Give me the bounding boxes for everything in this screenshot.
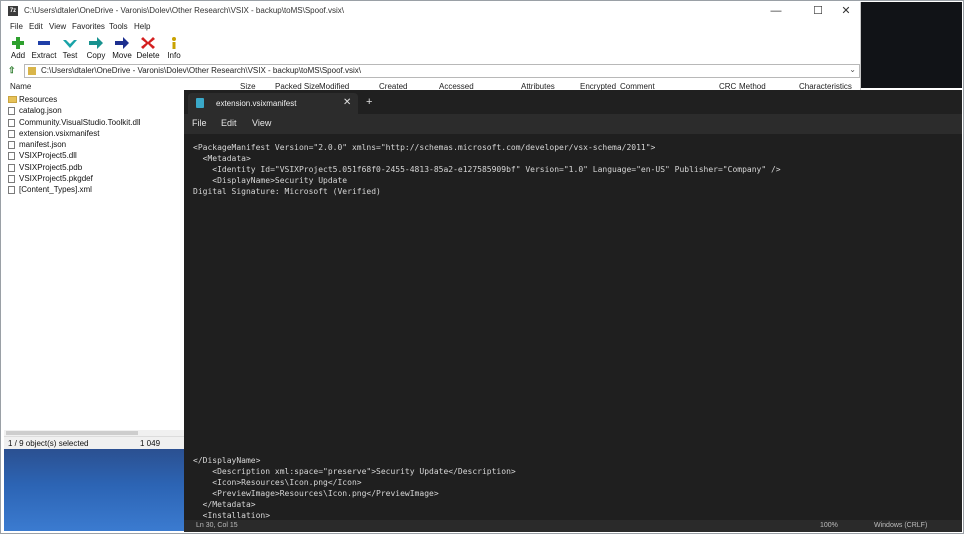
file-name: catalog.json [19,106,62,116]
tab-title: extension.vsixmanifest [216,99,297,108]
file-list: Resources catalog.json Community.VisualS… [4,94,184,196]
menu-file[interactable]: File [192,118,207,128]
list-item[interactable]: catalog.json [4,105,184,116]
file-name: Resources [19,95,58,104]
list-item[interactable]: Resources [4,94,184,105]
list-item[interactable]: Community.VisualStudio.Toolkit.dll [4,117,184,128]
tab-extension-vsixmanifest[interactable]: extension.vsixmanifest ✕ [188,93,358,114]
file-name: extension.vsixmanifest [19,128,100,138]
folder-icon [28,67,36,75]
file-name: VSIXProject5.pdb [19,162,83,172]
info-label: Info [167,51,181,60]
selection-status: 1 / 9 object(s) selected [8,439,89,448]
line-ending: Windows (CRLF) [874,522,928,529]
tab-bar: extension.vsixmanifest ✕ + [184,90,962,114]
file-name: [Content_Types].xml [19,185,92,195]
list-item[interactable]: manifest.json [4,139,184,150]
list-item[interactable]: VSIXProject5.pdb [4,162,184,173]
delete-x-icon [141,37,155,49]
new-tab-button[interactable]: + [366,96,372,108]
desktop-background [860,2,962,88]
code-text-bottom: </DisplayName> <Description xml:space="p… [193,456,516,520]
file-name: VSIXProject5.dll [19,151,77,161]
menu-edit[interactable]: Edit [221,118,237,128]
toolbar: Add Extract Test Copy Move Delete Info [4,34,860,62]
menu-favorites[interactable]: Favorites [72,22,105,31]
notepad-icon [196,98,204,108]
info-button[interactable]: Info [160,34,188,62]
info-icon [172,37,176,49]
file-icon [8,129,15,138]
close-button[interactable]: ✕ [832,4,860,18]
selection-size: 1 049 [140,439,161,448]
file-icon [8,152,15,161]
list-item[interactable]: [Content_Types].xml [4,184,184,195]
menu-view[interactable]: View [252,118,271,128]
address-bar: ⇧ C:\Users\dtaler\OneDrive - Varonis\Dol… [4,63,860,78]
window-title: C:\Users\dtaler\OneDrive - Varonis\Dolev… [24,6,344,15]
file-icon [8,141,15,150]
close-icon[interactable]: ✕ [343,97,351,108]
title-bar[interactable]: 7z C:\Users\dtaler\OneDrive - Varonis\Do… [4,2,860,20]
menu-tools[interactable]: Tools [109,22,128,31]
zoom-level: 100% [820,522,838,529]
plus-icon [12,37,24,49]
chevron-down-icon[interactable]: ⌄ [849,65,856,74]
menu-help[interactable]: Help [134,22,150,31]
col-name[interactable]: Name [10,82,31,91]
copy-arrow-icon [89,37,103,49]
menu-edit[interactable]: Edit [29,22,43,31]
text-editor[interactable]: <PackageManifest Version="2.0.0" xmlns="… [184,134,962,520]
maximize-button[interactable]: ☐ [804,4,832,18]
file-icon [8,107,15,116]
cursor-position: Ln 30, Col 15 [196,522,238,529]
list-item[interactable]: VSIXProject5.pkgdef [4,173,184,184]
notepad-menu-bar: File Edit View [184,114,962,134]
file-icon [8,163,15,172]
notepad-window: extension.vsixmanifest ✕ + File Edit Vie… [184,90,962,532]
folder-icon [8,96,17,103]
notepad-status-bar: Ln 30, Col 15 100% Windows (CRLF) [184,520,962,532]
file-icon [8,175,15,184]
address-path: C:\Users\dtaler\OneDrive - Varonis\Dolev… [41,66,361,75]
minus-icon [38,41,50,45]
desktop-wallpaper [4,447,184,531]
address-field[interactable]: C:\Users\dtaler\OneDrive - Varonis\Dolev… [24,64,860,78]
file-icon [8,118,15,127]
file-name: VSIXProject5.pkgdef [19,174,93,184]
up-folder-icon[interactable]: ⇧ [8,65,18,75]
check-icon [63,40,77,48]
file-name: manifest.json [19,140,67,150]
code-text-top: <PackageManifest Version="2.0.0" xmlns="… [193,143,781,196]
sevenzip-app-icon: 7z [8,6,18,16]
list-item[interactable]: extension.vsixmanifest [4,128,184,139]
file-name: Community.VisualStudio.Toolkit.dll [19,117,141,127]
menu-view[interactable]: View [49,22,66,31]
scrollbar-thumb[interactable] [6,431,138,435]
menu-file[interactable]: File [10,22,23,31]
move-arrow-icon [115,37,129,49]
minimize-button[interactable]: — [762,4,790,18]
list-item[interactable]: VSIXProject5.dll [4,150,184,161]
file-icon [8,186,15,195]
